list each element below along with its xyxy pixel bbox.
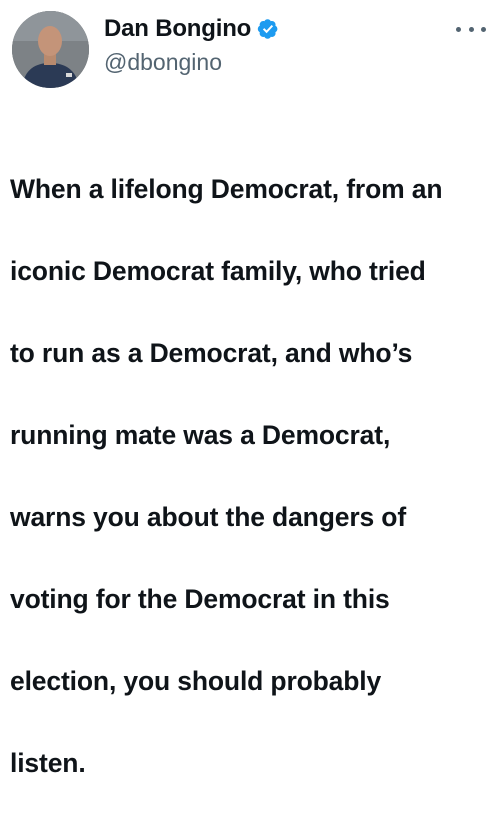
avatar[interactable] [12,11,89,88]
tweet-text-line: voting for the Democrat in this [10,584,390,614]
tweet-text-line: iconic Democrat family, who tried [10,256,426,286]
verified-badge-icon[interactable] [257,18,279,40]
more-dot [468,26,474,32]
tweet-card: Dan Bongino @dbongino When a lifelong De… [0,0,500,778]
tweet-text: When a lifelong Democrat, from an iconic… [10,128,495,825]
more-options-icon[interactable] [456,22,486,36]
author-handle[interactable]: @dbongino [104,48,222,76]
tweet-text-line: warns you about the dangers of [10,502,406,532]
more-dot [481,26,486,32]
tweet-text-line: listen. [10,748,86,778]
tweet-text-line: When a lifelong Democrat, from an [10,174,443,204]
tweet-text-line: to run as a Democrat, and who’s [10,338,413,368]
tweet-text-line: election, you should probably [10,666,382,696]
author-display-name[interactable]: Dan Bongino [104,14,251,44]
author-name-row: Dan Bongino [104,14,279,44]
more-dot [456,26,461,32]
avatar-photo-icon [12,11,89,88]
